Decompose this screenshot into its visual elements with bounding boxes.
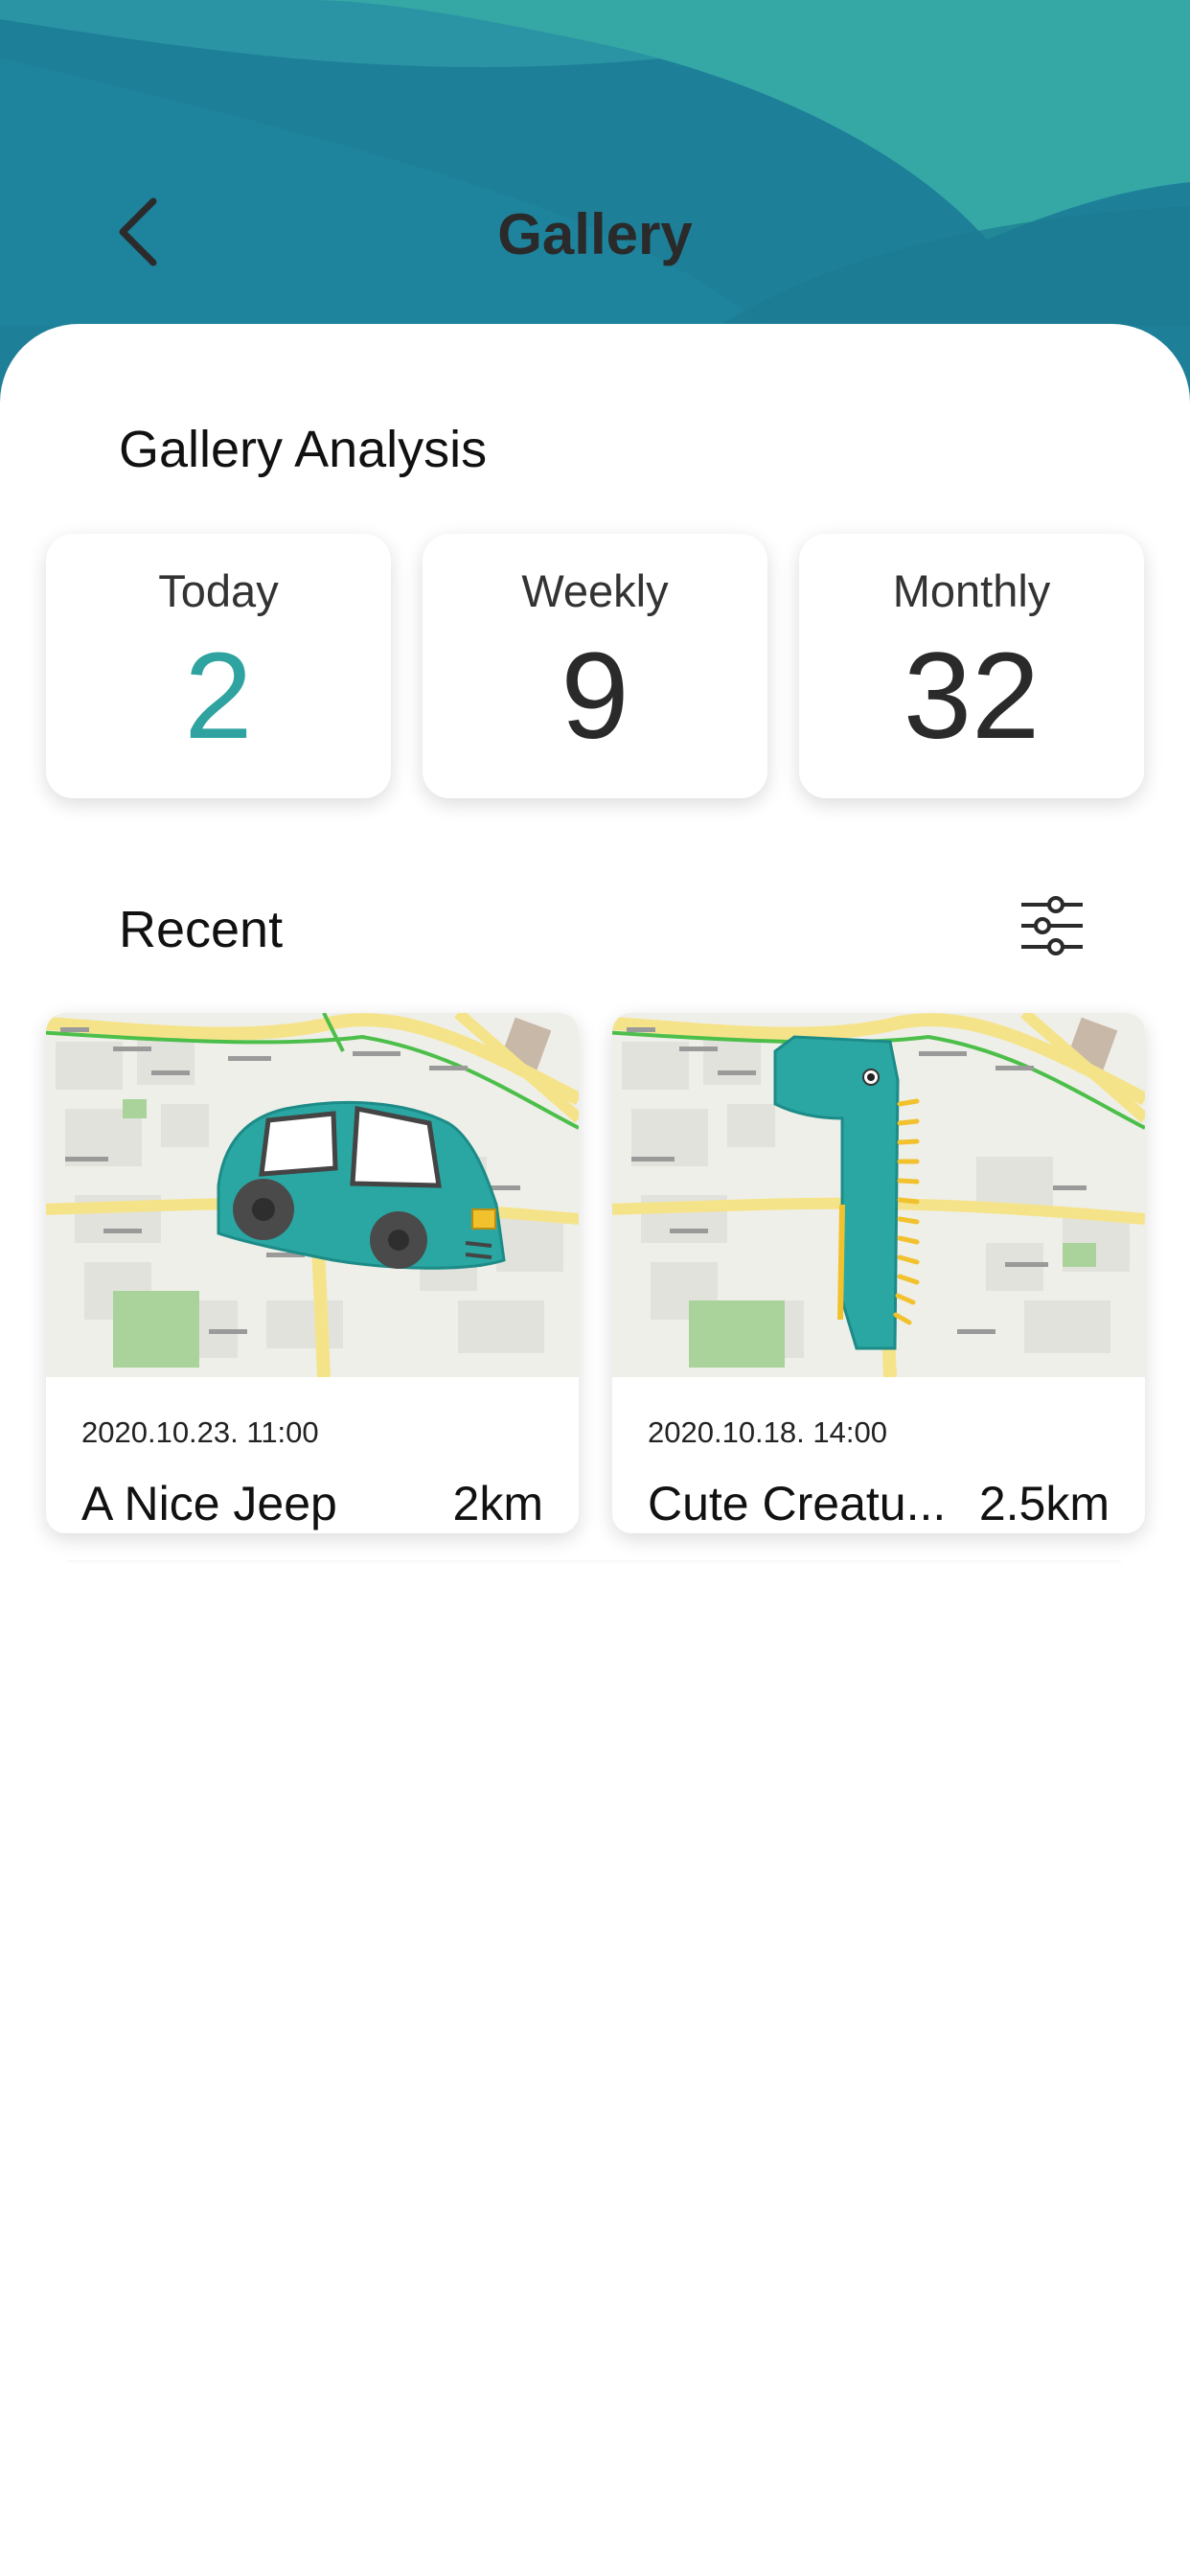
stat-label: Monthly: [892, 565, 1051, 616]
divider: [67, 1560, 1121, 1564]
card-title: Cute Creatu...: [648, 1477, 947, 1530]
stat-value: 9: [561, 628, 629, 765]
stat-value: 32: [903, 628, 1041, 765]
card-date: 2020.10.23. 11:00: [81, 1415, 319, 1449]
gallery-card[interactable]: 2020.10.18. 14:00 Cute Creatu... 2.5km: [612, 1013, 1145, 1533]
page-title: Gallery: [497, 202, 693, 266]
stat-card-monthly: Monthly 32: [799, 534, 1144, 798]
stat-label: Weekly: [521, 565, 669, 616]
stat-label: Today: [158, 565, 279, 616]
recent-title: Recent: [119, 901, 284, 958]
stat-value: 2: [184, 628, 253, 765]
gallery-card[interactable]: 2020.10.23. 11:00 A Nice Jeep 2km: [46, 1013, 579, 1533]
card-distance: 2.5km: [978, 1477, 1110, 1530]
card-title: A Nice Jeep: [81, 1477, 337, 1530]
card-date: 2020.10.18. 14:00: [648, 1415, 887, 1449]
sliders-icon: [1021, 896, 1083, 955]
analysis-title: Gallery Analysis: [119, 421, 488, 478]
card-distance: 2km: [452, 1477, 543, 1530]
stat-card-weekly: Weekly 9: [423, 534, 767, 798]
map-thumbnail: [612, 1013, 1145, 1377]
stat-card-today: Today 2: [46, 534, 391, 798]
map-thumbnail: [46, 1013, 579, 1377]
filter-button[interactable]: [1018, 891, 1087, 960]
